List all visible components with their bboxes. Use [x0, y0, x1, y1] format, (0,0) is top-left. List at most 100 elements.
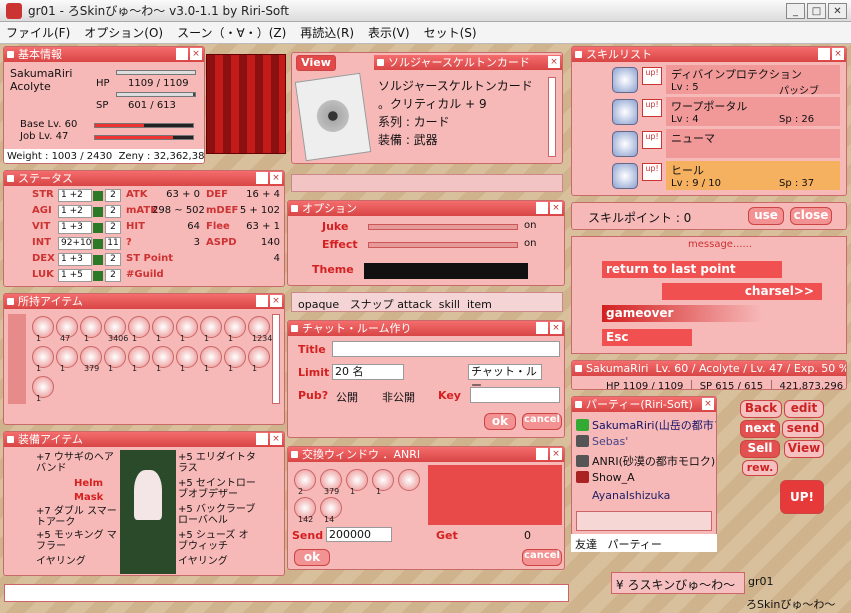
- limit-input[interactable]: 20 名: [332, 364, 404, 380]
- skin-button[interactable]: ¥ ろスキンびゅ～わ～: [611, 572, 745, 594]
- esc-button[interactable]: Esc: [602, 329, 692, 346]
- stat-raise-icon[interactable]: [93, 207, 103, 217]
- party-tab[interactable]: パーティー: [608, 538, 662, 551]
- juke-on-toggle[interactable]: on: [524, 220, 536, 231]
- skill-row[interactable]: up! ワープポータル Lv : 4 Sp : 26: [612, 97, 840, 127]
- equip-armor[interactable]: +5 セイントローブオブデザー: [178, 478, 256, 500]
- skill-up-button[interactable]: up!: [642, 67, 662, 85]
- gameover-button[interactable]: gameover: [602, 305, 762, 322]
- close-icon[interactable]: ×: [832, 48, 844, 60]
- inventory-header[interactable]: 所持アイテム ×: [4, 294, 284, 309]
- card-header[interactable]: ソルジャースケルトンカード ×: [374, 55, 562, 70]
- minimize-icon[interactable]: [536, 322, 548, 334]
- equip-head-top[interactable]: +7 ウサギのヘアバンド: [36, 452, 118, 474]
- party-header[interactable]: パーティー(Riri-Soft) ×: [572, 397, 716, 412]
- equip-head-mid[interactable]: Helm: [74, 478, 103, 489]
- stat-raise-icon[interactable]: [93, 271, 103, 281]
- basic-info-header[interactable]: 基本情報 ×: [4, 47, 204, 62]
- close-icon[interactable]: ×: [702, 398, 714, 410]
- stat-raise-icon[interactable]: [93, 191, 103, 201]
- trade-header[interactable]: 交換ウィンドウ ．ANRI ×: [288, 447, 564, 462]
- minimize-icon[interactable]: [256, 295, 268, 307]
- edit-button[interactable]: edit: [784, 400, 824, 418]
- card-slot-bar[interactable]: [291, 174, 563, 192]
- trade-ok-button[interactable]: ok: [294, 549, 330, 566]
- equip-accessory-right[interactable]: イヤリング: [178, 556, 228, 567]
- party-member[interactable]: Show_A: [576, 471, 635, 484]
- equip-armor-top[interactable]: +5 エリダイトタラス: [178, 452, 256, 474]
- inventory-scrollbar[interactable]: [272, 314, 280, 404]
- party-toolbar[interactable]: [576, 511, 712, 531]
- rew-button[interactable]: rew.: [742, 460, 778, 476]
- chat-input[interactable]: [4, 584, 569, 602]
- chat-ok-button[interactable]: ok: [484, 413, 516, 430]
- key-input[interactable]: [470, 387, 560, 403]
- theme-select[interactable]: [364, 263, 528, 279]
- send-button[interactable]: send: [782, 420, 824, 438]
- shortcut-grid[interactable]: [206, 54, 286, 154]
- menu-view[interactable]: 表示(V): [368, 24, 410, 41]
- skill-up-button[interactable]: up!: [642, 131, 662, 149]
- equip-accessory-left[interactable]: イヤリング: [36, 556, 86, 567]
- chat-room-header[interactable]: チャット・ルーム作り ×: [288, 321, 564, 336]
- minimize-icon[interactable]: [818, 48, 830, 60]
- close-icon[interactable]: ×: [550, 448, 562, 460]
- option-header[interactable]: オプション ×: [288, 201, 564, 216]
- maximize-button[interactable]: □: [807, 3, 826, 19]
- party-member[interactable]: ANRI(砂漠の都市モロク): [576, 453, 715, 469]
- opaque-checkbox[interactable]: opaque: [298, 298, 339, 311]
- minimize-icon[interactable]: [256, 433, 268, 445]
- stat-raise-icon[interactable]: [93, 239, 103, 249]
- trade-item[interactable]: [398, 469, 420, 491]
- inventory-tabs[interactable]: [8, 314, 26, 404]
- private-radio[interactable]: 非公開: [382, 389, 415, 405]
- sell-button[interactable]: Sell: [740, 440, 780, 458]
- minimize-icon[interactable]: [176, 48, 188, 60]
- skill-up-button[interactable]: up!: [642, 99, 662, 117]
- close-icon[interactable]: ×: [270, 295, 282, 307]
- view-button[interactable]: View: [296, 55, 336, 71]
- skill-checkbox[interactable]: skill: [439, 298, 460, 311]
- party-member[interactable]: Sebas': [576, 435, 628, 448]
- minimize-icon[interactable]: [256, 172, 268, 184]
- next-button[interactable]: next: [740, 420, 780, 438]
- minimize-icon[interactable]: [536, 202, 548, 214]
- up-button[interactable]: UP!: [780, 480, 824, 514]
- close-button[interactable]: ✕: [828, 3, 847, 19]
- charsel-button[interactable]: charsel>>: [662, 283, 822, 300]
- send-zeny-input[interactable]: 200000: [326, 527, 392, 542]
- close-icon[interactable]: ×: [550, 202, 562, 214]
- stat-raise-icon[interactable]: [93, 255, 103, 265]
- trade-cancel-button[interactable]: cancel: [522, 549, 562, 566]
- menu-reload[interactable]: 再読込(R): [300, 24, 354, 41]
- stat-raise-icon[interactable]: [93, 223, 103, 233]
- juke-slider[interactable]: [368, 224, 518, 230]
- party-member[interactable]: AyanaIshizuka: [592, 489, 670, 502]
- menu-file[interactable]: ファイル(F): [6, 24, 70, 41]
- skill-up-button[interactable]: up!: [642, 163, 662, 181]
- close-icon[interactable]: ×: [550, 322, 562, 334]
- friend-tab[interactable]: 友達: [575, 538, 597, 551]
- back-button[interactable]: Back: [740, 400, 782, 418]
- skill-row[interactable]: up! ニューマ: [612, 129, 840, 159]
- chat-cancel-button[interactable]: cancel: [522, 413, 562, 430]
- menu-set[interactable]: セット(S): [424, 24, 477, 41]
- effect-slider[interactable]: [368, 242, 518, 248]
- chat-title-input[interactable]: [332, 341, 560, 357]
- equip-shield[interactable]: +5 バックラーブローバヘル: [178, 504, 256, 526]
- skill-row[interactable]: up! ディバインプロテクション Lv : 5 パッシブ: [612, 65, 840, 97]
- view-button-right[interactable]: View: [784, 440, 824, 458]
- party-member[interactable]: SakumaRiri(山岳の都市フェ: [576, 417, 716, 433]
- attack-checkbox[interactable]: attack: [397, 298, 432, 311]
- skill-row[interactable]: up! ヒール Lv : 9 / 10 Sp : 37: [612, 161, 840, 191]
- minimize-button[interactable]: _: [786, 3, 805, 19]
- card-scrollbar[interactable]: [548, 77, 556, 157]
- effect-on-toggle[interactable]: on: [524, 238, 536, 249]
- equipment-header[interactable]: 装備アイテム ×: [4, 432, 284, 447]
- equip-weapon[interactable]: +7 ダブル スマートアーク: [36, 506, 118, 528]
- close-icon[interactable]: ×: [548, 56, 560, 68]
- equip-head-low[interactable]: Mask: [74, 492, 103, 503]
- chat-type-select[interactable]: チャット・ルー: [468, 364, 542, 392]
- close-icon[interactable]: ×: [270, 172, 282, 184]
- skill-use-button[interactable]: use: [748, 207, 784, 225]
